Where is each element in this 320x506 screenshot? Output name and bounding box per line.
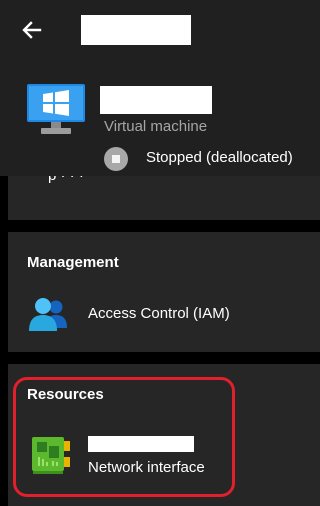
resource-type-label: Virtual machine	[104, 118, 208, 135]
network-interface-label: Network interface	[88, 459, 205, 476]
access-control-row[interactable]: Access Control (IAM)	[8, 290, 320, 340]
cut-off-row-text: p · · ·	[48, 176, 84, 184]
section-title-management: Management	[27, 254, 119, 271]
previous-section-card: p · · ·	[8, 176, 320, 220]
back-arrow-icon[interactable]	[18, 16, 46, 44]
resource-header: Virtual machine Stopped (deallocated)	[0, 0, 320, 176]
access-control-label: Access Control (IAM)	[88, 305, 230, 322]
section-title-resources: Resources	[27, 386, 104, 403]
stopped-status-icon	[104, 147, 128, 171]
page-title-redacted	[81, 15, 191, 45]
virtual-machine-icon	[27, 84, 85, 136]
network-interface-icon	[30, 435, 72, 475]
management-card: Management Access Control (IAM)	[8, 232, 320, 352]
network-interface-row[interactable]: Network interface	[8, 426, 320, 482]
resources-card: Resources Network interface	[8, 364, 320, 506]
status-label: Stopped (deallocated)	[146, 149, 293, 166]
app-screen: Virtual machine Stopped (deallocated) p …	[0, 0, 320, 506]
network-interface-name-redacted	[88, 436, 194, 452]
access-control-iam-icon	[26, 295, 70, 335]
resource-name-redacted	[100, 86, 212, 114]
